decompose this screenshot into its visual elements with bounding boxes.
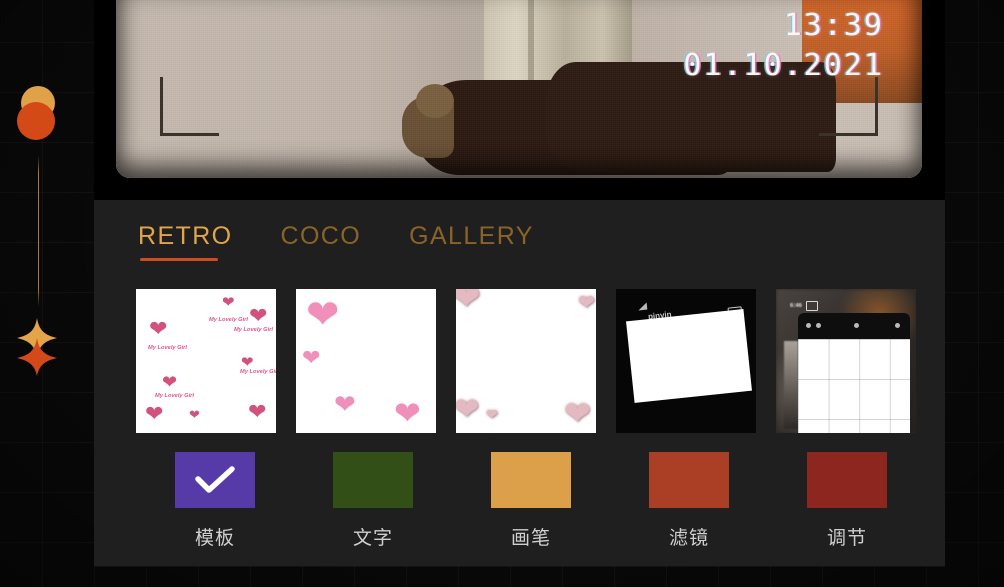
- tool-filter[interactable]: 滤镜: [610, 452, 768, 550]
- tab-coco[interactable]: COCO: [281, 222, 362, 263]
- heart-icon: ❤: [564, 395, 591, 431]
- circle-bottom-icon: [17, 102, 55, 140]
- heart-icon: ❤: [456, 393, 480, 426]
- tool-brush-swatch: [491, 452, 571, 508]
- date-stamp-date: 01.10.2021: [683, 47, 884, 83]
- heart-icon: ❤: [249, 303, 268, 328]
- thumbnail-canvas: ❤ ❤ ❤ ❤ ❤: [456, 289, 596, 433]
- vertical-divider-line: [38, 155, 39, 307]
- editor-panel: RETRO COCO GALLERY ❤ ❤ ❤ ❤ ❤ ❤ ❤ ❤ My Lo…: [94, 200, 945, 566]
- tool-filter-swatch: [649, 452, 729, 508]
- template-thumbnail[interactable]: ❤ ❤ ❤ ❤ ❤ ❤ ❤ ❤ My Lovely Girl My Lovely…: [136, 289, 276, 433]
- tab-underline-inactive: [411, 258, 489, 261]
- tab-coco-label: COCO: [280, 222, 362, 250]
- thumbnail-canvas: ❤ ❤ ❤ ❤: [296, 289, 436, 433]
- toolbar-dot-icon: [806, 323, 811, 328]
- tool-text-swatch: [333, 452, 413, 508]
- date-stamp-time: 13:39: [783, 8, 884, 43]
- left-decoration-rail: [0, 0, 94, 587]
- tab-active-underline: [140, 258, 218, 261]
- tab-retro-label: RETRO: [138, 222, 233, 250]
- tab-retro[interactable]: RETRO: [138, 222, 233, 263]
- heart-icon: ❤: [189, 407, 200, 422]
- heart-icon: ❤: [486, 406, 498, 422]
- heart-icon: ❤: [162, 372, 178, 392]
- template-caption: My Lovely Girl: [234, 327, 273, 333]
- heart-icon: ❤: [334, 389, 356, 419]
- thumbnail-grid-overlay: [798, 339, 910, 433]
- heart-icon: ❤: [578, 292, 595, 314]
- tool-text[interactable]: 文字: [294, 452, 452, 550]
- overlapping-circles-icon: [17, 86, 69, 144]
- template-caption: My Lovely Girl: [148, 345, 187, 351]
- template-category-tabs: RETRO COCO GALLERY: [94, 222, 945, 263]
- tool-filter-label: 滤镜: [668, 528, 709, 549]
- template-thumbnail[interactable]: ❤ ❤ ❤ ❤ ❤: [456, 289, 596, 433]
- heart-icon: ❤: [306, 293, 340, 337]
- template-thumbnail[interactable]: 6:46: [776, 289, 916, 433]
- template-caption: My Lovely Girl: [209, 317, 248, 323]
- thumbnail-photo-frame: [626, 309, 752, 403]
- photo-preview-area[interactable]: 13:39 01.10.2021: [94, 0, 945, 200]
- heart-icon: ❤: [248, 399, 267, 424]
- signal-icon: [637, 302, 648, 311]
- camera-icon: [806, 301, 818, 311]
- heart-icon: ❤: [456, 289, 481, 317]
- tool-adjust-label: 调节: [826, 528, 867, 549]
- thumbnail-status-text: 6:46: [790, 303, 803, 309]
- template-caption: My Lovely Girl: [240, 369, 276, 375]
- tab-gallery[interactable]: GALLERY: [409, 222, 534, 263]
- thumbnail-canvas: 6:46: [776, 289, 916, 433]
- toolbar-dot-icon: [816, 323, 821, 328]
- heart-icon: ❤: [222, 294, 235, 311]
- toolbar-dot-icon: [895, 323, 900, 328]
- heart-icon: ❤: [302, 345, 321, 370]
- heart-icon: ❤: [394, 395, 421, 431]
- photo-editor-app: 13:39 01.10.2021 RETRO COCO GALLERY ❤ ❤ …: [0, 0, 1004, 587]
- thumbnail-toolbar: [798, 313, 910, 339]
- editor-toolbar: 模板 文字 画笔 滤镜 调节: [136, 452, 926, 550]
- heart-icon: ❤: [149, 316, 168, 341]
- tool-template-swatch: [175, 452, 255, 508]
- photo-toe-highlight: [416, 84, 454, 118]
- sparkle-star-icon: [13, 316, 61, 378]
- tool-adjust-swatch: [807, 452, 887, 508]
- template-caption: My Lovely Girl: [155, 393, 194, 399]
- date-stamp-overlay: 13:39 01.10.2021: [683, 6, 884, 85]
- tool-adjust[interactable]: 调节: [768, 452, 926, 550]
- thumbnail-canvas: pinyin: [616, 289, 756, 433]
- tool-template[interactable]: 模板: [136, 452, 294, 550]
- panel-bottom-edge: [94, 566, 945, 567]
- tool-brush[interactable]: 画笔: [452, 452, 610, 550]
- template-thumbnail[interactable]: pinyin: [616, 289, 756, 433]
- tool-brush-label: 画笔: [510, 528, 551, 549]
- tab-underline-inactive: [283, 258, 361, 261]
- edited-photo[interactable]: 13:39 01.10.2021: [116, 0, 922, 178]
- check-icon: [195, 466, 235, 493]
- template-thumbnail-list: ❤ ❤ ❤ ❤ ❤ ❤ ❤ ❤ My Lovely Girl My Lovely…: [136, 289, 916, 433]
- tool-template-label: 模板: [194, 528, 235, 549]
- heart-icon: ❤: [145, 401, 164, 426]
- tool-text-label: 文字: [352, 528, 393, 549]
- heart-icon: ❤: [241, 354, 254, 371]
- toolbar-dot-icon: [854, 323, 859, 328]
- template-thumbnail[interactable]: ❤ ❤ ❤ ❤: [296, 289, 436, 433]
- thumbnail-side-strip: [784, 341, 798, 429]
- tab-gallery-label: GALLERY: [409, 222, 534, 250]
- thumbnail-canvas: ❤ ❤ ❤ ❤ ❤ ❤ ❤ ❤ My Lovely Girl My Lovely…: [136, 289, 276, 433]
